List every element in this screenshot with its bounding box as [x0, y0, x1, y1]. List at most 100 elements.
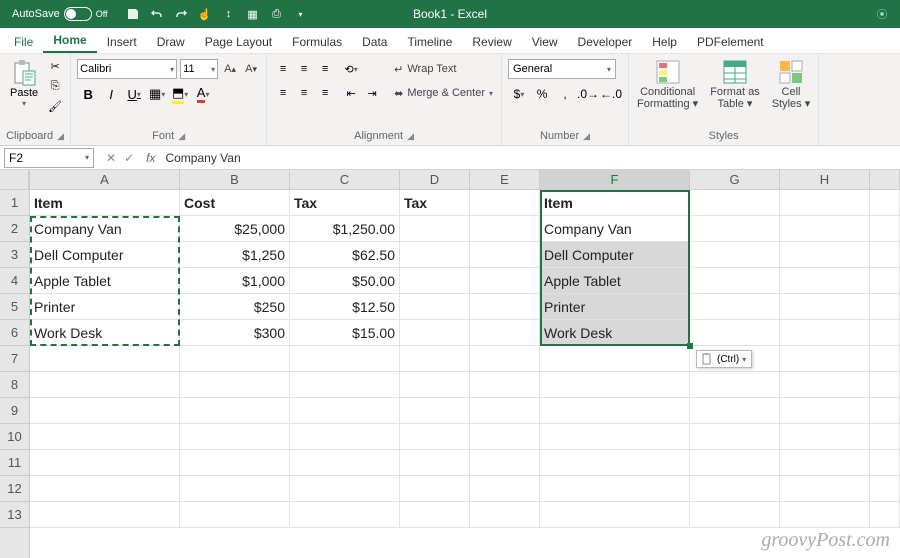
cell[interactable]: [470, 372, 540, 398]
decrease-indent-icon[interactable]: ⇤: [341, 83, 361, 103]
tab-pdfelement[interactable]: PDFelement: [687, 31, 774, 53]
cell[interactable]: [400, 268, 470, 294]
cell[interactable]: [400, 346, 470, 372]
row-header[interactable]: 3: [0, 242, 29, 268]
cell[interactable]: $1,000: [180, 268, 290, 294]
select-all-corner[interactable]: [0, 170, 29, 190]
cell[interactable]: [540, 372, 690, 398]
fill-color-button[interactable]: ⬒▾: [169, 83, 191, 105]
borders-icon[interactable]: ▦: [242, 3, 264, 25]
save-icon[interactable]: [122, 3, 144, 25]
help-icon[interactable]: ⦿: [870, 2, 894, 26]
cell[interactable]: Dell Computer: [30, 242, 180, 268]
cell[interactable]: [290, 476, 400, 502]
dropdown-icon[interactable]: ▾: [290, 3, 312, 25]
font-size-select[interactable]: 11▾: [180, 59, 218, 79]
name-box[interactable]: F2▾: [4, 148, 94, 168]
cell[interactable]: [400, 320, 470, 346]
align-center-icon[interactable]: ≡: [294, 83, 314, 103]
dialog-launcher-icon[interactable]: ◢: [57, 131, 64, 142]
cell-area[interactable]: Item Cost Tax Tax Item Company Van $25,0…: [30, 190, 900, 528]
orientation-icon[interactable]: ⟲▾: [341, 59, 361, 79]
cell[interactable]: $1,250: [180, 242, 290, 268]
cell[interactable]: [870, 320, 900, 346]
cell[interactable]: [400, 502, 470, 528]
cell[interactable]: [690, 320, 780, 346]
cell[interactable]: [690, 476, 780, 502]
tab-file[interactable]: File: [4, 31, 43, 53]
cell[interactable]: Item: [540, 190, 690, 216]
cell[interactable]: [470, 476, 540, 502]
cell[interactable]: [540, 450, 690, 476]
cell[interactable]: Apple Tablet: [540, 268, 690, 294]
cell[interactable]: [690, 190, 780, 216]
cell[interactable]: [400, 294, 470, 320]
cell[interactable]: Apple Tablet: [30, 268, 180, 294]
cell[interactable]: [30, 398, 180, 424]
cell[interactable]: [690, 372, 780, 398]
copy-icon[interactable]: ⎘: [46, 77, 64, 95]
align-right-icon[interactable]: ≡: [315, 83, 335, 103]
cell[interactable]: [470, 242, 540, 268]
cell[interactable]: [470, 502, 540, 528]
cell[interactable]: [400, 372, 470, 398]
cell[interactable]: [780, 450, 870, 476]
cell[interactable]: [470, 216, 540, 242]
undo-icon[interactable]: [146, 3, 168, 25]
cell[interactable]: [470, 346, 540, 372]
cell[interactable]: [180, 398, 290, 424]
row-header[interactable]: 2: [0, 216, 29, 242]
cell[interactable]: [180, 372, 290, 398]
decrease-font-icon[interactable]: A▾: [242, 59, 260, 79]
cell[interactable]: [30, 450, 180, 476]
cell[interactable]: [290, 398, 400, 424]
increase-decimal-icon[interactable]: .0→: [577, 83, 599, 105]
increase-font-icon[interactable]: A▴: [221, 59, 239, 79]
cell[interactable]: [690, 294, 780, 320]
cell[interactable]: $50.00: [290, 268, 400, 294]
percent-button[interactable]: %: [531, 83, 553, 105]
row-header[interactable]: 10: [0, 424, 29, 450]
format-painter-icon[interactable]: 🖌: [46, 97, 64, 115]
cell[interactable]: [470, 268, 540, 294]
cell[interactable]: [470, 398, 540, 424]
sort-icon[interactable]: ↕: [218, 3, 240, 25]
cell[interactable]: [30, 346, 180, 372]
cell[interactable]: [690, 398, 780, 424]
cell[interactable]: [690, 216, 780, 242]
cell[interactable]: [690, 450, 780, 476]
cell[interactable]: [400, 424, 470, 450]
align-middle-icon[interactable]: ≡: [294, 59, 314, 79]
cell[interactable]: [400, 216, 470, 242]
cell[interactable]: [690, 268, 780, 294]
cell[interactable]: Item: [30, 190, 180, 216]
col-header[interactable]: E: [470, 170, 540, 190]
number-format-select[interactable]: General▾: [508, 59, 616, 79]
cell[interactable]: [180, 502, 290, 528]
cell[interactable]: [290, 450, 400, 476]
row-header[interactable]: 11: [0, 450, 29, 476]
cell[interactable]: $1,250.00: [290, 216, 400, 242]
cell[interactable]: [690, 424, 780, 450]
enter-formula-icon[interactable]: ✓: [124, 151, 134, 165]
cell[interactable]: Work Desk: [30, 320, 180, 346]
cell[interactable]: $62.50: [290, 242, 400, 268]
cell[interactable]: [290, 346, 400, 372]
cell[interactable]: [780, 294, 870, 320]
border-button[interactable]: ▦▾: [146, 83, 168, 105]
cell[interactable]: [400, 242, 470, 268]
row-header[interactable]: 5: [0, 294, 29, 320]
increase-indent-icon[interactable]: ⇥: [362, 83, 382, 103]
cell[interactable]: [780, 398, 870, 424]
italic-button[interactable]: I: [100, 83, 122, 105]
dialog-launcher-icon[interactable]: ◢: [407, 131, 414, 142]
cell[interactable]: [470, 450, 540, 476]
cell[interactable]: [780, 242, 870, 268]
cell[interactable]: [180, 346, 290, 372]
cell[interactable]: [780, 268, 870, 294]
cell[interactable]: [780, 346, 870, 372]
cell[interactable]: [30, 476, 180, 502]
tab-review[interactable]: Review: [462, 31, 521, 53]
row-header[interactable]: 12: [0, 476, 29, 502]
row-header[interactable]: 8: [0, 372, 29, 398]
